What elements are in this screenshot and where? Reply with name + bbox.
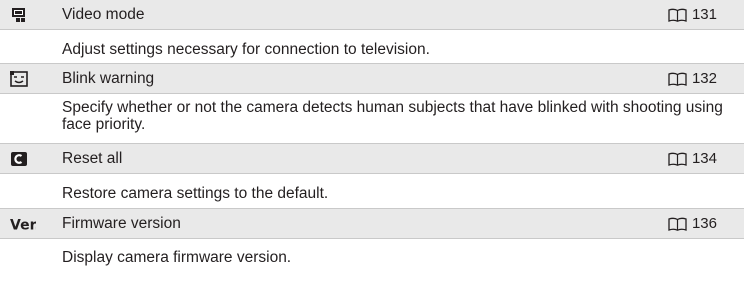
entry-header: Blink warning 132 xyxy=(0,63,744,94)
page-number: 134 xyxy=(691,150,717,167)
book-icon xyxy=(668,217,687,231)
menu-entry-reset-all: Reset all 134 Restore camera settings to… xyxy=(0,143,744,208)
setup-menu-table: Video mode 131 Adjust settings necessary… xyxy=(0,0,744,272)
entry-header: Ver. Firmware version 136 xyxy=(0,208,744,239)
entry-description: Restore camera settings to the default. xyxy=(62,185,329,202)
page-reference: 134 xyxy=(668,144,717,174)
entry-title: Reset all xyxy=(62,150,123,167)
entry-description: Specify whether or not the camera detect… xyxy=(62,99,723,133)
page-reference: 136 xyxy=(668,209,717,239)
entry-title: Video mode xyxy=(62,6,145,23)
page-number: 136 xyxy=(691,215,717,232)
blink-warning-icon xyxy=(10,71,28,87)
book-icon xyxy=(668,72,687,86)
reset-all-icon xyxy=(11,152,27,166)
entry-header: Video mode 131 xyxy=(0,0,744,30)
page-reference: 131 xyxy=(668,0,717,30)
entry-description: Display camera firmware version. xyxy=(62,249,292,266)
page-number: 131 xyxy=(691,6,717,23)
entry-description: Adjust settings necessary for connection… xyxy=(62,41,430,58)
book-icon xyxy=(668,152,687,166)
menu-entry-blink-warning: Blink warning 132 Specify whether or not… xyxy=(0,63,744,143)
entry-title: Firmware version xyxy=(62,215,181,232)
page-reference: 132 xyxy=(668,64,717,94)
page-number: 132 xyxy=(691,70,717,87)
entry-header: Reset all 134 xyxy=(0,143,744,174)
menu-entry-firmware-version: Ver. Firmware version 136 Display camera… xyxy=(0,208,744,272)
book-icon xyxy=(668,8,687,22)
video-mode-icon xyxy=(12,8,25,22)
svg-text:Ver.: Ver. xyxy=(10,218,36,233)
firmware-version-icon: Ver. xyxy=(10,218,36,233)
menu-entry-video-mode: Video mode 131 Adjust settings necessary… xyxy=(0,0,744,63)
entry-title: Blink warning xyxy=(62,70,155,87)
